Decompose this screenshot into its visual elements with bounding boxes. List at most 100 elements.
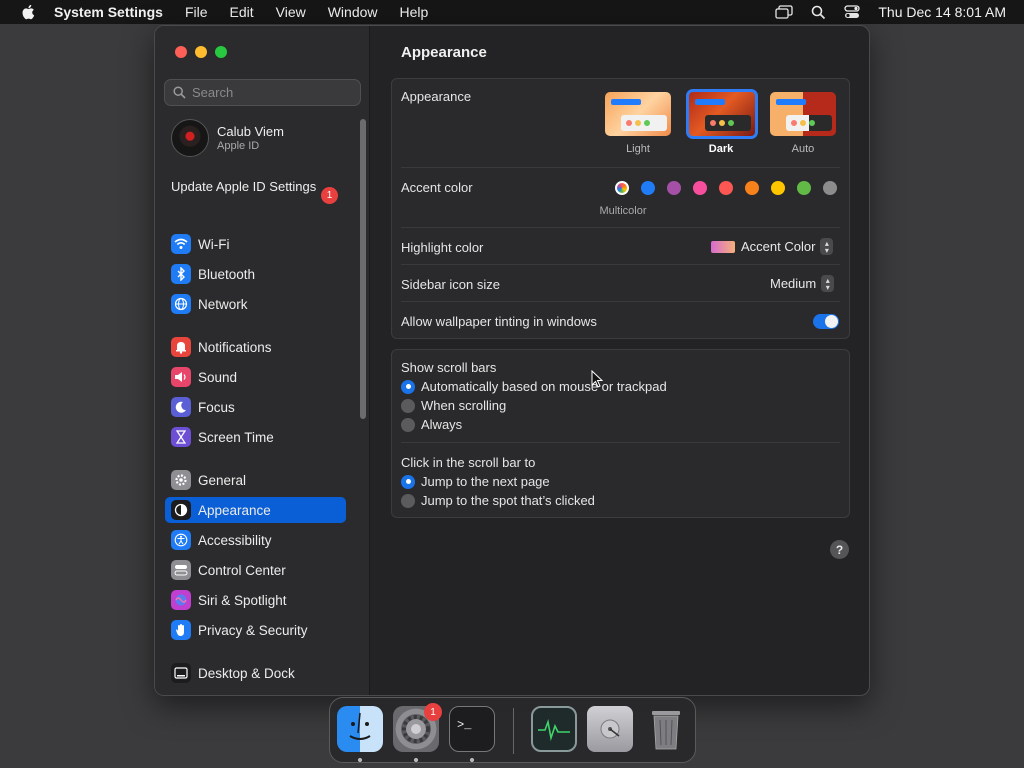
scroll-bars-option-when-scrolling-label: When scrolling [421,398,507,413]
sidebar-icon-size-popup[interactable]: Medium ▴ ▾ [770,275,835,292]
accent-color-swatch[interactable] [693,181,707,195]
accent-color-label: Accent color [401,180,473,195]
radio-unselected-icon [401,417,415,432]
accent-color-swatch[interactable] [667,181,681,195]
zoom-button[interactable] [215,46,227,58]
window-controls [175,46,235,58]
appearance-auto-label: Auto [791,143,815,155]
sidebar-item-network[interactable]: Network [165,291,345,317]
accent-color-swatch[interactable] [745,181,759,195]
sidebar-item-sound[interactable]: Sound [165,364,345,390]
finder-icon[interactable] [337,706,383,752]
apple-icon[interactable] [18,3,40,21]
dock-separator [513,708,514,754]
wallpaper-tinting-toggle[interactable] [813,314,839,329]
appearance-label: Appearance [401,89,472,104]
sidebar-item-label: Sound [198,369,238,385]
menu-window[interactable]: Window [328,4,378,20]
accent-color-swatch[interactable] [771,181,785,195]
menu-file[interactable]: File [185,4,208,20]
accent-color-swatch[interactable] [719,181,733,195]
menu-view[interactable]: View [276,4,306,20]
sidebar-item-label: Notifications [198,339,272,355]
sidebar-item-wi-fi[interactable]: Wi-Fi [165,231,345,257]
radio-unselected-icon [401,493,415,508]
sidebar-item-desktop-dock[interactable]: Desktop & Dock [165,660,345,686]
sidebar-search[interactable] [164,79,361,106]
sidebar-item-label: Bluetooth [198,266,256,282]
bluetooth-icon [171,264,191,284]
scroll-bars-panel: Show scroll bars Automatically based on … [391,349,850,518]
update-apple-id-settings[interactable]: Update Apple ID Settings [171,179,341,195]
search-input[interactable] [192,85,352,100]
accent-color-swatch[interactable] [823,181,837,195]
trash-icon[interactable] [643,706,689,752]
radio-selected-icon [401,474,415,489]
apple-id-account[interactable]: Calub Viem Apple ID [171,119,284,157]
menu-bar: System Settings File Edit View Window He… [0,0,1024,24]
sidebar-scrollbar[interactable] [360,119,366,419]
click-scroll-option-spot-clicked[interactable]: Jump to the spot that’s clicked [401,493,595,508]
speaker-icon [171,367,191,387]
sidebar-item-label: Privacy & Security [198,622,308,638]
sidebar: Calub Viem Apple ID Update Apple ID Sett… [155,26,370,695]
disk-utility-icon[interactable] [587,706,633,752]
settings-window: Calub Viem Apple ID Update Apple ID Sett… [154,25,870,696]
menu-app-name[interactable]: System Settings [54,4,163,20]
terminal-icon[interactable]: >_ [449,706,495,752]
bell-icon [171,337,191,357]
hourglass-icon [171,427,191,447]
account-name: Calub Viem [217,124,284,139]
sidebar-item-accessibility[interactable]: Accessibility [165,527,345,553]
help-button[interactable]: ? [830,540,849,559]
accent-color-swatch[interactable] [797,181,811,195]
spotlight-search-icon[interactable] [808,4,828,20]
page-title: Appearance [401,44,487,61]
wifi-icon [171,234,191,254]
appearance-panel: Appearance Light Dark Auto Accent color [391,78,850,339]
sidebar-item-label: General [198,472,247,488]
sidebar-item-label: Wi-Fi [198,236,230,252]
scroll-bars-option-always[interactable]: Always [401,417,462,432]
control-center-menu-icon[interactable] [842,4,862,20]
appearance-icon [171,500,191,520]
sidebar-item-siri-spotlight[interactable]: Siri & Spotlight [165,587,345,613]
scroll-bars-option-automatic[interactable]: Automatically based on mouse or trackpad [401,379,667,394]
activity-monitor-icon[interactable] [531,706,577,752]
sidebar-item-bluetooth[interactable]: Bluetooth [165,261,345,287]
menu-help[interactable]: Help [400,4,429,20]
accent-multicolor-caption: Multicolor [599,205,647,217]
click-scroll-option-spot-clicked-label: Jump to the spot that’s clicked [421,493,595,508]
click-scroll-option-next-page[interactable]: Jump to the next page [401,474,550,489]
sidebar-item-general[interactable]: General [165,467,345,493]
finder-running-indicator [358,758,362,762]
main-content: Appearance Appearance Light Dark Auto Ac… [371,26,869,695]
accessibility-icon [171,530,191,550]
sidebar-item-label: Focus [198,399,235,415]
sidebar-item-privacy-security[interactable]: Privacy & Security [165,617,345,643]
sidebar-item-screen-time[interactable]: Screen Time [165,424,345,450]
appearance-option-auto[interactable] [770,92,836,136]
sidebar-item-label: Appearance [198,502,271,518]
appearance-option-light[interactable] [605,92,671,136]
scroll-bars-option-when-scrolling[interactable]: When scrolling [401,398,506,413]
screen-mirroring-icon[interactable] [774,4,794,20]
globe-icon [171,294,191,314]
minimize-button[interactable] [195,46,207,58]
highlight-color-popup[interactable]: Accent Color ▴ ▾ [711,238,834,255]
close-button[interactable] [175,46,187,58]
sidebar-item-notifications[interactable]: Notifications [165,334,345,360]
accent-multicolor-swatch[interactable] [615,181,629,195]
siri-icon [171,590,191,610]
appearance-dark-label: Dark [708,143,734,155]
accent-color-swatch[interactable] [641,181,655,195]
radio-unselected-icon [401,398,415,413]
sidebar-item-control-center[interactable]: Control Center [165,557,345,583]
sidebar-item-appearance[interactable]: Appearance [165,497,346,523]
menu-edit[interactable]: Edit [230,4,254,20]
wallpaper-tinting-label: Allow wallpaper tinting in windows [401,314,597,329]
menu-clock[interactable]: Thu Dec 14 8:01 AM [878,4,1006,20]
appearance-option-dark[interactable] [686,89,758,139]
sidebar-item-focus[interactable]: Focus [165,394,345,420]
dock-icon [171,663,191,683]
